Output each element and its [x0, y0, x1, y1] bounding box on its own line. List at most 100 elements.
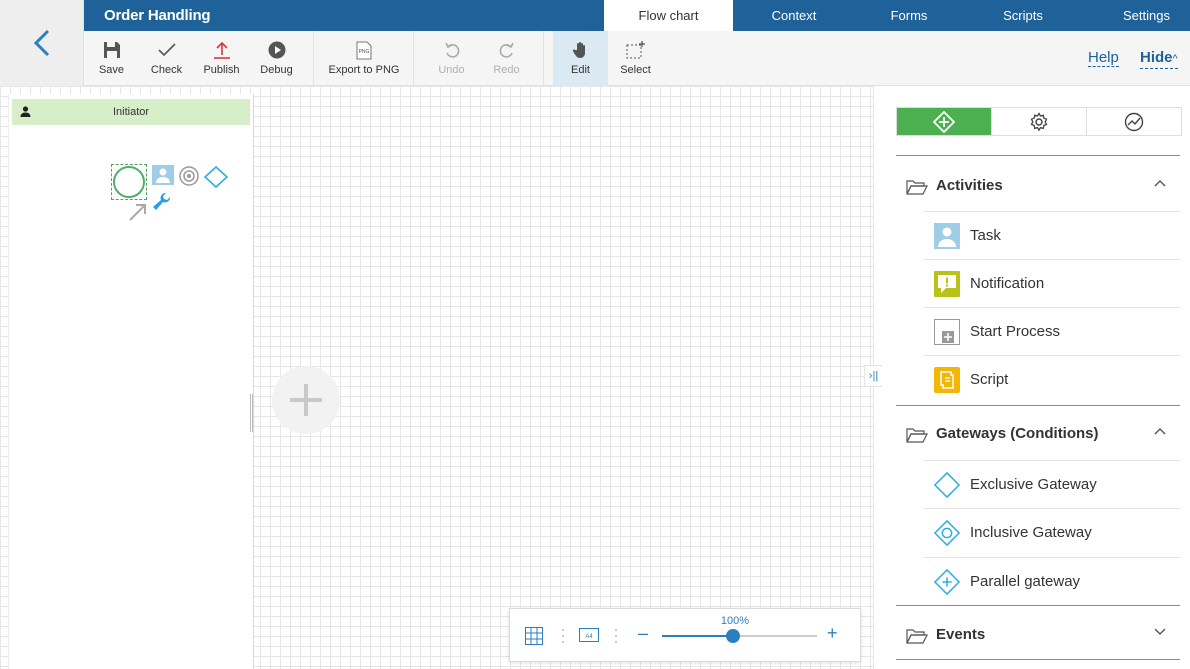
palette-item-label: Start Process	[970, 323, 1061, 340]
debug-button[interactable]: Debug	[249, 31, 304, 86]
start-event-selection[interactable]	[111, 164, 147, 200]
chevron-left-icon	[33, 29, 49, 57]
check-button[interactable]: Check	[139, 31, 194, 86]
main-tabs: Flow chart Context Forms Scripts Setting…	[604, 0, 1190, 31]
hand-icon	[572, 42, 585, 58]
connect-arrow-icon[interactable]	[127, 201, 149, 223]
check-icon	[157, 43, 176, 57]
publish-icon	[213, 41, 230, 59]
play-icon	[268, 41, 285, 59]
zoom-slider[interactable]	[662, 629, 817, 643]
section-gateways[interactable]: Gateways (Conditions)	[896, 409, 1180, 459]
collapse-panel-handle[interactable]: ›||	[864, 365, 882, 387]
top-header: Order Handling Flow chart Context Forms …	[84, 0, 1190, 31]
undo-icon	[444, 42, 459, 58]
app-title: Order Handling	[104, 7, 211, 24]
panel-divider	[896, 155, 1180, 156]
flow-canvas[interactable]: Initiator A4 – 100% +	[0, 86, 873, 669]
zoom-slider-knob[interactable]	[726, 629, 740, 643]
task-icon	[934, 223, 960, 249]
wrench-icon[interactable]	[150, 191, 174, 215]
publish-button[interactable]: Publish	[194, 31, 249, 86]
gear-icon	[1030, 111, 1048, 131]
tab-properties[interactable]	[992, 108, 1087, 135]
palette-item-start-process[interactable]: Start Process	[924, 307, 1180, 355]
hide-label: Hide	[1140, 49, 1173, 66]
add-lane-button[interactable]	[272, 366, 340, 434]
tab-elements[interactable]	[897, 108, 992, 135]
tab-flow-chart[interactable]: Flow chart	[604, 0, 733, 31]
zoom-bar: A4 – 100% +	[509, 608, 861, 662]
toolbar-divider	[543, 31, 544, 86]
tab-forms[interactable]: Forms	[855, 0, 963, 31]
check-label: Check	[150, 64, 183, 76]
chevron-up-icon	[1154, 180, 1166, 187]
export-png-button[interactable]: PNG Export to PNG	[324, 31, 404, 86]
zoom-out-button[interactable]: –	[638, 623, 648, 644]
elements-icon	[933, 110, 955, 133]
section-gateways-title: Gateways (Conditions)	[936, 425, 1099, 442]
palette-item-task[interactable]: Task	[924, 211, 1180, 259]
zoom-in-button[interactable]: +	[827, 623, 838, 644]
select-mode-button[interactable]: Select	[608, 31, 663, 86]
palette-item-parallel-gateway[interactable]: Parallel gateway	[924, 557, 1180, 605]
grid-toggle-icon[interactable]	[525, 627, 543, 645]
lane-resize-handle[interactable]	[250, 394, 253, 432]
help-link[interactable]: Help	[1088, 49, 1119, 67]
elements-panel: Activities Task Notification Start Proce…	[873, 86, 1190, 669]
section-events[interactable]: Events	[896, 610, 1180, 660]
folder-open-icon	[906, 629, 928, 644]
save-icon	[103, 42, 120, 58]
palette-item-label: Exclusive Gateway	[970, 476, 1097, 493]
add-end-event-icon[interactable]	[179, 166, 199, 186]
section-activities-title: Activities	[936, 177, 1003, 194]
page-size-icon[interactable]: A4	[579, 628, 599, 642]
hide-link[interactable]: Hide^	[1140, 49, 1178, 69]
toolbar-divider	[413, 31, 414, 86]
select-area-icon	[626, 41, 645, 59]
debug-label: Debug	[260, 64, 293, 76]
palette-item-label: Parallel gateway	[970, 573, 1081, 590]
palette-item-label: Task	[970, 227, 1001, 244]
add-gateway-icon[interactable]	[204, 166, 228, 188]
toolbar: Save Check Publish Debug PNG Export to P…	[84, 31, 1190, 86]
png-icon-text: PNG	[359, 49, 370, 55]
panel-tabs	[896, 107, 1182, 136]
chart-icon	[1124, 112, 1144, 131]
palette-item-exclusive-gateway[interactable]: Exclusive Gateway	[924, 460, 1180, 508]
toolbar-divider	[313, 31, 314, 86]
section-activities[interactable]: Activities	[896, 161, 1180, 211]
tab-scripts[interactable]: Scripts	[963, 0, 1083, 31]
lane-header[interactable]: Initiator	[12, 99, 250, 125]
palette-item-label: Inclusive Gateway	[970, 524, 1092, 541]
panel-divider	[896, 405, 1180, 406]
edit-label: Edit	[571, 64, 590, 76]
palette-item-label: Notification	[970, 275, 1045, 292]
tab-settings[interactable]: Settings	[1083, 0, 1190, 31]
redo-button[interactable]: Redo	[479, 31, 534, 86]
undo-label: Undo	[438, 64, 465, 76]
folder-open-icon	[906, 428, 928, 443]
edit-mode-button[interactable]: Edit	[553, 31, 608, 86]
palette-item-notification[interactable]: Notification	[924, 259, 1180, 307]
panel-divider	[896, 659, 1180, 660]
chevron-up-icon	[1154, 428, 1166, 435]
chevron-up-icon: ^	[1172, 53, 1178, 65]
publish-label: Publish	[203, 64, 240, 76]
back-button[interactable]	[0, 0, 84, 86]
tab-analytics[interactable]	[1087, 108, 1181, 135]
zoom-percent: 100%	[720, 615, 750, 627]
notification-icon	[934, 271, 960, 297]
save-button[interactable]: Save	[84, 31, 139, 86]
folder-open-icon	[906, 180, 928, 195]
palette-item-label: Script	[970, 371, 1009, 388]
add-task-icon[interactable]	[152, 165, 174, 185]
palette-item-script[interactable]: Script	[924, 355, 1180, 403]
tab-context[interactable]: Context	[733, 0, 855, 31]
script-icon	[934, 367, 960, 393]
palette-item-inclusive-gateway[interactable]: Inclusive Gateway	[924, 508, 1180, 556]
drag-dots-icon	[615, 629, 617, 643]
undo-button[interactable]: Undo	[424, 31, 479, 86]
start-event[interactable]	[113, 166, 145, 198]
zoom-slider-fill	[662, 635, 733, 637]
